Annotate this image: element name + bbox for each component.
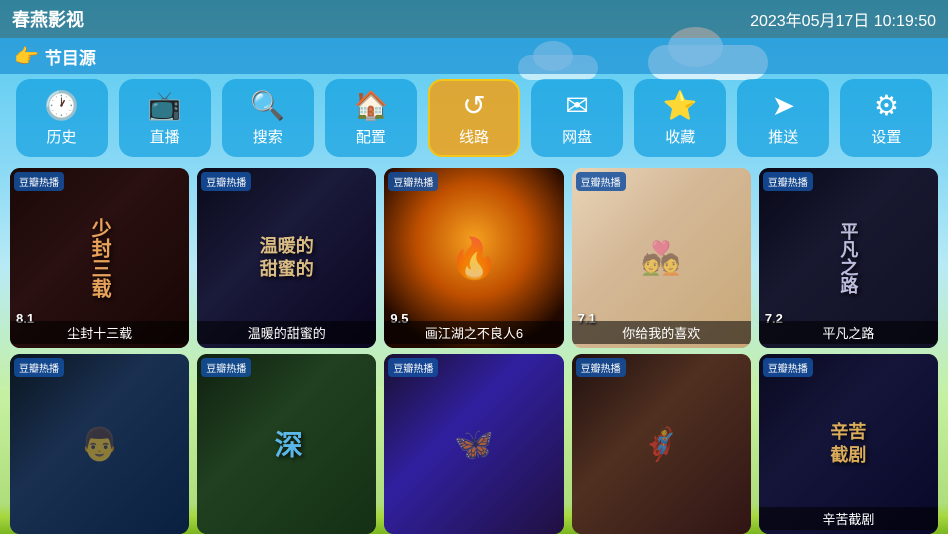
card-badge-r2-4: 豆瓣热播 [576, 358, 626, 377]
card-title-5: 平凡之路 [759, 321, 938, 344]
nav-label-push: 推送 [768, 126, 798, 147]
source-label: 节目源 [45, 44, 96, 69]
card-badge-2: 豆瓣热播 [201, 172, 251, 191]
card-row2-1[interactable]: 👨 豆瓣热播 [10, 354, 189, 534]
card-poster-text-1: 少封三载 [85, 218, 114, 298]
push-icon: ➤ [772, 89, 795, 122]
datetime-display: 2023年05月17日 10:19:50 [750, 7, 936, 31]
card-poster-text-2: 温暖的甜蜜的 [252, 227, 322, 290]
card-row2-3[interactable]: 🦋 豆瓣热播 [384, 354, 563, 534]
nav-btn-settings[interactable]: ⚙ 设置 [840, 79, 932, 157]
card-dust-thirteen[interactable]: 少封三载 豆瓣热播 8.1 尘封十三载 [10, 168, 189, 348]
card-row2-4[interactable]: 🦸 豆瓣热播 [572, 354, 751, 534]
source-bar: 👉 节目源 [0, 38, 948, 74]
card-title-3: 画江湖之不良人6 [384, 321, 563, 344]
nav-label-netdisk: 网盘 [562, 126, 592, 147]
content-area: 少封三载 豆瓣热播 8.1 尘封十三载 温暖的甜蜜的 豆瓣热播 温暖的甜蜜的 🔥… [0, 162, 948, 534]
favorites-icon: ⭐ [663, 89, 698, 122]
app-title: 春燕影视 [12, 6, 84, 32]
card-row2-2[interactable]: 深 豆瓣热播 [197, 354, 376, 534]
nav-btn-favorites[interactable]: ⭐ 收藏 [634, 79, 726, 157]
card-poster-text-10: 辛苦截剧 [822, 413, 874, 476]
card-badge-r2-3: 豆瓣热播 [388, 358, 438, 377]
nav-btn-config[interactable]: 🏠 配置 [325, 79, 417, 157]
card-badge-r2-2: 豆瓣热播 [201, 358, 251, 377]
netdisk-icon: ✉ [565, 89, 588, 122]
card-title-1: 尘封十三载 [10, 321, 189, 344]
card-ordinary-road[interactable]: 平凡之路 豆瓣热播 7.2 平凡之路 [759, 168, 938, 348]
search-icon: 🔍 [250, 89, 285, 122]
route-icon: ↺ [462, 89, 485, 122]
card-row2-5[interactable]: 辛苦截剧 豆瓣热播 辛苦截剧 [759, 354, 938, 534]
nav-label-settings: 设置 [871, 126, 901, 147]
card-badge-4: 豆瓣热播 [576, 172, 626, 191]
settings-icon: ⚙ [874, 89, 899, 122]
nav-btn-live[interactable]: 📺 直播 [119, 79, 211, 157]
nav-label-live: 直播 [150, 126, 180, 147]
source-arrow-icon: 👉 [14, 44, 39, 69]
card-badge-r2-5: 豆瓣热播 [763, 358, 813, 377]
card-badge-5: 豆瓣热播 [763, 172, 813, 191]
nav-label-favorites: 收藏 [665, 126, 695, 147]
card-badge-r2-1: 豆瓣热播 [14, 358, 64, 377]
nav-bar: 🕐 历史 📺 直播 🔍 搜索 🏠 配置 ↺ 线路 ✉ 网盘 ⭐ 收藏 ➤ 推送 … [0, 74, 948, 162]
nav-label-search: 搜索 [253, 126, 283, 147]
nav-btn-netdisk[interactable]: ✉ 网盘 [531, 79, 623, 157]
header: 春燕影视 2023年05月17日 10:19:50 [0, 0, 948, 38]
card-title-4: 你给我的喜欢 [572, 321, 751, 344]
card-poster-text-5: 平凡之路 [835, 222, 861, 294]
card-your-joy[interactable]: 💑 豆瓣热播 7.1 你给我的喜欢 [572, 168, 751, 348]
card-row-1: 少封三载 豆瓣热播 8.1 尘封十三载 温暖的甜蜜的 豆瓣热播 温暖的甜蜜的 🔥… [10, 168, 938, 348]
card-poster-text-7: 深 [267, 430, 307, 458]
nav-btn-history[interactable]: 🕐 历史 [16, 79, 108, 157]
card-title-2: 温暖的甜蜜的 [197, 321, 376, 344]
nav-btn-route[interactable]: ↺ 线路 [428, 79, 520, 157]
card-row-2: 👨 豆瓣热播 深 豆瓣热播 🦋 豆瓣热播 🦸 豆瓣热播 辛苦截剧 [10, 354, 938, 534]
nav-btn-search[interactable]: 🔍 搜索 [222, 79, 314, 157]
card-warm-sweet[interactable]: 温暖的甜蜜的 豆瓣热播 温暖的甜蜜的 [197, 168, 376, 348]
nav-label-history: 历史 [47, 126, 77, 147]
nav-label-route: 线路 [459, 126, 489, 147]
card-badge-3: 豆瓣热播 [388, 172, 438, 191]
card-title-r2-5: 辛苦截剧 [759, 507, 938, 530]
card-badge-1: 豆瓣热播 [14, 172, 64, 191]
nav-label-config: 配置 [356, 126, 386, 147]
history-icon: 🕐 [44, 89, 79, 122]
nav-btn-push[interactable]: ➤ 推送 [737, 79, 829, 157]
live-icon: 📺 [147, 89, 182, 122]
config-icon: 🏠 [353, 89, 388, 122]
card-huajianghu[interactable]: 🔥 豆瓣热播 9.5 画江湖之不良人6 [384, 168, 563, 348]
